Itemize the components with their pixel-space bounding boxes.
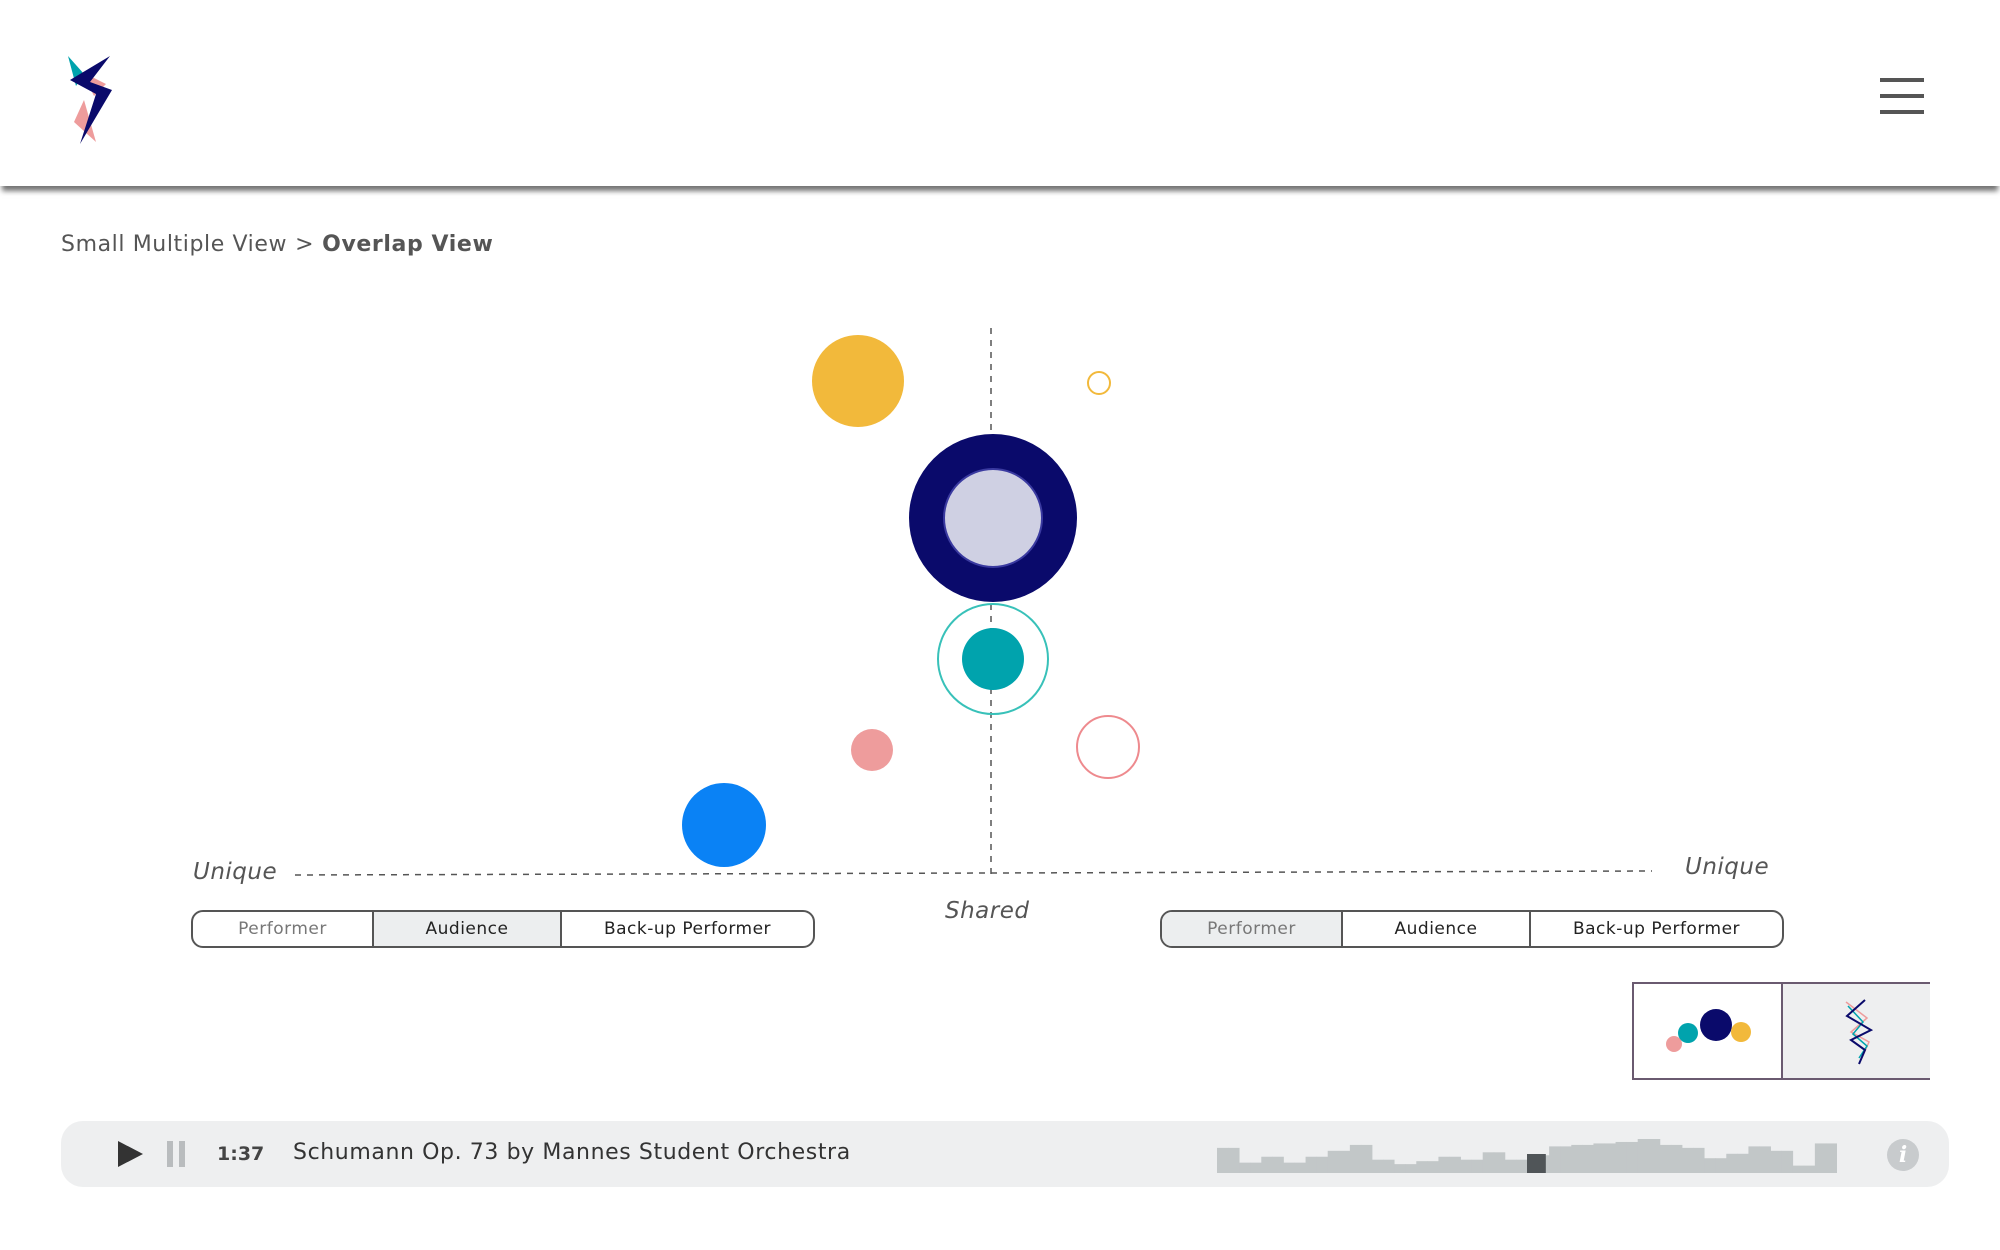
left-role-selector: Performer Audience Back-up Performer [191, 910, 815, 948]
waveform-bar [1228, 1147, 1240, 1173]
app-header [0, 0, 2000, 186]
line-view-icon [1845, 999, 1874, 1065]
waveform-bar [1682, 1147, 1694, 1173]
left-role-performer[interactable]: Performer [193, 912, 374, 946]
waveform-bar [1593, 1143, 1605, 1173]
pink-ring[interactable] [1076, 715, 1140, 779]
waveform-bar [1338, 1150, 1351, 1173]
pause-icon[interactable] [165, 1141, 189, 1169]
waveform-bar [1814, 1143, 1827, 1173]
lightning-logo-icon[interactable] [60, 52, 120, 152]
waveform-bar [1305, 1156, 1318, 1173]
playback-time: 1:37 [217, 1143, 265, 1165]
waveform-bar [1704, 1158, 1716, 1173]
waveform-bar [1416, 1161, 1428, 1173]
bubble-view-icon [1666, 1009, 1751, 1052]
waveform-bar [1626, 1141, 1639, 1173]
waveform-bar [1372, 1159, 1384, 1173]
hamburger-menu-icon[interactable] [1880, 78, 1924, 122]
right-role-audience[interactable]: Audience [1343, 912, 1531, 946]
waveform-bar [1637, 1139, 1650, 1173]
waveform-bar [1803, 1165, 1816, 1173]
waveform-bar [1604, 1143, 1616, 1173]
waveform-bar [1560, 1146, 1572, 1173]
teal-bubble[interactable] [962, 628, 1024, 690]
waveform-bar [1549, 1146, 1561, 1173]
right-role-backup-performer[interactable]: Back-up Performer [1531, 912, 1782, 946]
info-icon[interactable]: i [1887, 1139, 1919, 1171]
waveform-bar [1748, 1146, 1760, 1173]
waveform-bar [1726, 1153, 1738, 1173]
waveform-bar [1648, 1139, 1661, 1173]
waveform-bar [1670, 1144, 1683, 1173]
waveform-bar [1737, 1153, 1749, 1173]
left-unique-axis-line [294, 872, 992, 876]
yellow-bubble[interactable] [812, 335, 904, 427]
waveform-bar [1770, 1150, 1783, 1173]
left-role-audience[interactable]: Audience [374, 912, 562, 946]
waveform-bar [1360, 1144, 1373, 1173]
waveform-bar [1316, 1156, 1329, 1173]
waveform-bar [1715, 1158, 1727, 1173]
waveform-playhead[interactable] [1527, 1154, 1546, 1173]
lavender-ring[interactable] [943, 468, 1043, 568]
line-view-button[interactable] [1783, 984, 1930, 1078]
waveform-bar [1283, 1162, 1295, 1173]
shared-label: Shared [945, 898, 1030, 924]
waveform-bar [1825, 1143, 1837, 1173]
waveform-bar [1272, 1156, 1284, 1173]
left-unique-label: Unique [193, 859, 278, 885]
waveform-bar [1482, 1152, 1495, 1173]
waveform-bar [1471, 1159, 1484, 1173]
audio-player: 1:37 Schumann Op. 73 by Mannes Student O… [61, 1121, 1949, 1187]
play-icon[interactable] [115, 1139, 145, 1169]
waveform-bar [1438, 1156, 1450, 1173]
waveform-bar [1615, 1141, 1628, 1173]
waveform-bar [1582, 1144, 1594, 1173]
track-title: Schumann Op. 73 by Mannes Student Orches… [293, 1140, 851, 1165]
waveform-bar [1383, 1159, 1395, 1173]
blue-bubble[interactable] [682, 783, 766, 867]
waveform-bar [1217, 1147, 1229, 1173]
waveform-bar [1571, 1144, 1583, 1173]
audio-waveform[interactable] [1217, 1133, 1837, 1173]
right-role-performer[interactable]: Performer [1162, 912, 1343, 946]
right-unique-axis-line [990, 870, 1653, 874]
waveform-bar [1294, 1162, 1306, 1173]
waveform-bar [1659, 1144, 1672, 1173]
waveform-bar [1261, 1156, 1273, 1173]
waveform-bar [1427, 1161, 1439, 1173]
waveform-bar [1250, 1162, 1262, 1173]
pink-bubble[interactable] [851, 729, 893, 771]
bubble-view-button[interactable] [1634, 984, 1783, 1078]
view-toggle [1632, 982, 1930, 1080]
waveform-bar [1449, 1156, 1461, 1173]
waveform-bar [1781, 1150, 1794, 1173]
right-role-selector: Performer Audience Back-up Performer [1160, 910, 1784, 948]
waveform-bar [1759, 1146, 1771, 1173]
waveform-bar [1239, 1162, 1251, 1173]
waveform-bar [1327, 1150, 1340, 1173]
waveform-bar [1515, 1159, 1528, 1173]
waveform-bar [1394, 1164, 1406, 1173]
waveform-bar [1792, 1165, 1805, 1173]
waveform-bar [1349, 1144, 1362, 1173]
waveform-bar [1405, 1164, 1417, 1173]
left-role-backup-performer[interactable]: Back-up Performer [562, 912, 813, 946]
yellow-ring[interactable] [1087, 371, 1111, 395]
right-unique-label: Unique [1685, 854, 1770, 880]
waveform-bar [1493, 1152, 1506, 1173]
waveform-bar [1460, 1159, 1473, 1173]
waveform-bar [1693, 1147, 1705, 1173]
waveform-bar [1504, 1159, 1517, 1173]
